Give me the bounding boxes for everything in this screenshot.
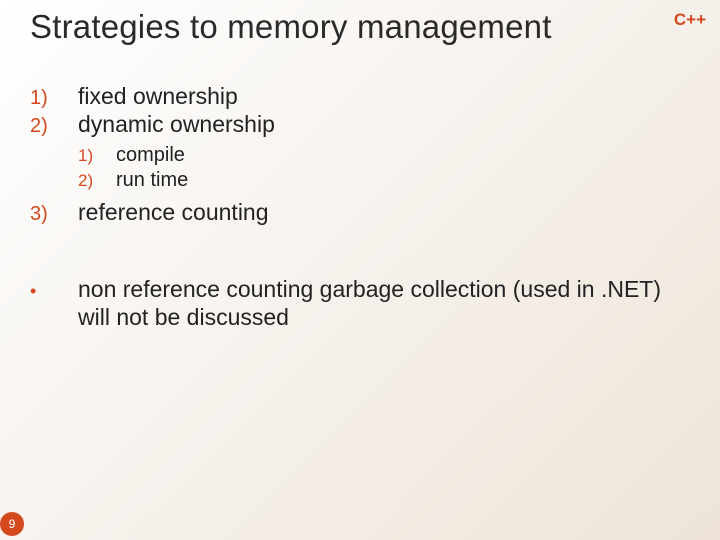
list-item: 1) compile — [30, 143, 670, 168]
list-marker: 2) — [30, 114, 78, 138]
slide: Strategies to memory management C++ 1) f… — [0, 0, 720, 540]
list-marker: 1) — [30, 86, 78, 110]
list-marker: 1) — [78, 145, 116, 166]
page-number-badge: 9 — [0, 512, 24, 536]
page-number: 9 — [9, 517, 16, 531]
list-marker: 2) — [78, 170, 116, 191]
list-item: 1) fixed ownership — [30, 82, 670, 110]
brand-label: C++ — [674, 10, 706, 30]
list-item: 2) run time — [30, 168, 670, 193]
content-area: 1) fixed ownership 2) dynamic ownership … — [30, 82, 670, 331]
list-text: compile — [116, 143, 185, 168]
list-marker: 3) — [30, 202, 78, 226]
sub-list: 1) compile 2) run time — [30, 143, 670, 193]
list-item: • non reference counting garbage collect… — [30, 275, 670, 331]
list-text: reference counting — [78, 198, 269, 226]
slide-title: Strategies to memory management — [30, 8, 552, 46]
list-text: dynamic ownership — [78, 110, 275, 138]
note-text: non reference counting garbage collectio… — [78, 275, 670, 331]
list-item: 2) dynamic ownership — [30, 110, 670, 138]
list-text: run time — [116, 168, 188, 193]
list-text: fixed ownership — [78, 82, 238, 110]
bullet-marker: • — [30, 281, 78, 303]
list-item: 3) reference counting — [30, 198, 670, 226]
